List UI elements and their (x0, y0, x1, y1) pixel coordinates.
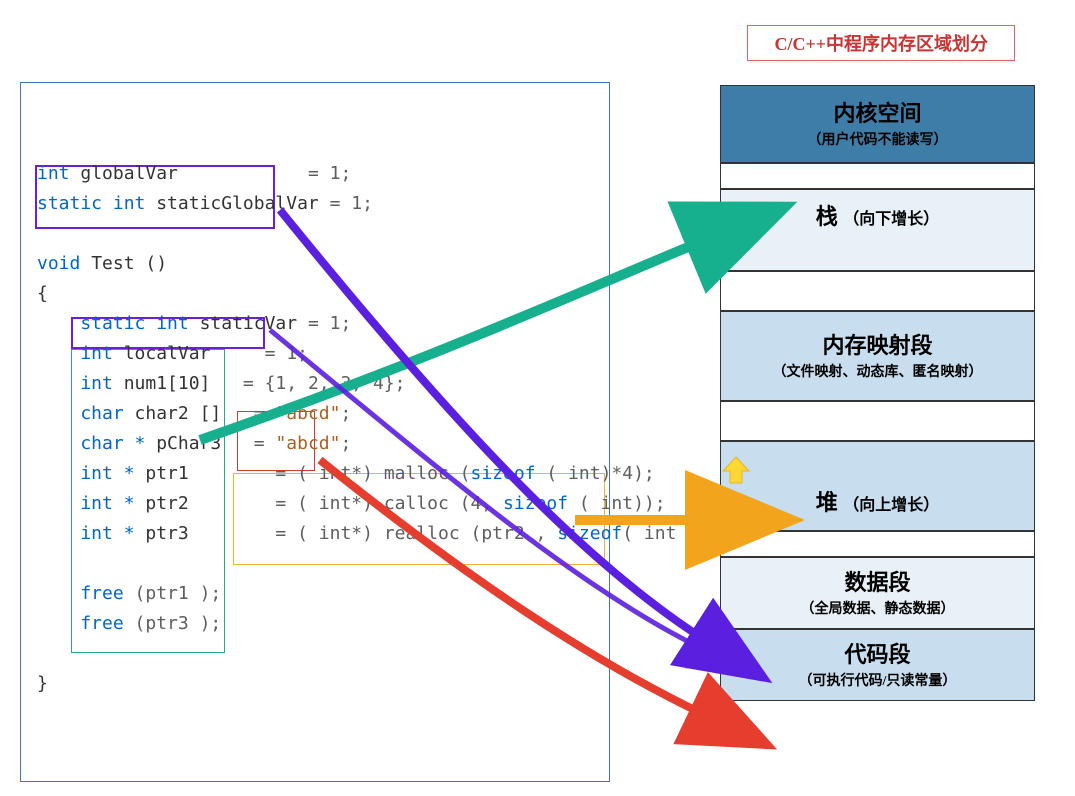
mem-text: 代码段 （可执行代码/只读常量） (720, 629, 1035, 701)
code-line-7: int localVar = 1; (37, 339, 593, 369)
mem-mmap-title: 内存映射段 (721, 331, 1034, 362)
mem-data-title: 数据段 (721, 568, 1034, 599)
code-line-10: char * pChar3 = "abcd"; (37, 429, 593, 459)
diagram-title: C/C++中程序内存区域划分 (747, 25, 1015, 61)
code-line-5: { (37, 279, 593, 309)
code-line-12: int * ptr2 = ( int*) calloc (4, sizeof (… (37, 489, 593, 519)
code-line-9: char char2 [] = "abcd"; (37, 399, 593, 429)
code-line-13: int * ptr3 = ( int*) realloc (ptr2 , siz… (37, 519, 593, 549)
code-panel: int globalVar = 1; static int staticGlob… (20, 82, 610, 782)
mem-gap (720, 163, 1035, 189)
code-line-16: free (ptr3 ); (37, 609, 593, 639)
code-body: int globalVar = 1; static int staticGlob… (37, 99, 593, 699)
code-line-6: static int staticVar = 1; (37, 309, 593, 339)
mem-gap (720, 401, 1035, 441)
mem-kernel-title: 内核空间 (721, 99, 1034, 130)
mem-kernel-sub: （用户代码不能读写） (721, 129, 1034, 149)
code-line-18: } (37, 669, 593, 699)
mem-mmap: 内存映射段 （文件映射、动态库、匿名映射） (720, 311, 1035, 401)
code-line-15: free (ptr1 ); (37, 579, 593, 609)
mem-heap: 堆 （向上增长） (720, 441, 1035, 531)
code-line-2: static int staticGlobalVar = 1; (37, 189, 593, 219)
mem-stack: 栈 （向下增长） (720, 189, 1035, 271)
arrow-up-icon (721, 455, 751, 485)
arrow-down-icon (721, 231, 751, 261)
mem-gap (720, 531, 1035, 557)
mem-data-sub: （全局数据、静态数据） (721, 598, 1034, 618)
mem-mmap-sub: （文件映射、动态库、匿名映射） (721, 361, 1034, 381)
mem-gap (720, 271, 1035, 311)
mem-data: 数据段 （全局数据、静态数据） (720, 557, 1035, 629)
code-line-8: int num1[10] = {1, 2, 3, 4}; (37, 369, 593, 399)
mem-text-sub: （可执行代码/只读常量） (721, 670, 1034, 690)
mem-kernel: 内核空间 （用户代码不能读写） (720, 85, 1035, 163)
code-line-1: int globalVar = 1; (37, 159, 593, 189)
code-line-4: void Test () (37, 249, 593, 279)
code-line-11: int * ptr1 = ( int*) malloc (sizeof ( in… (37, 459, 593, 489)
memory-layout-column: 内核空间 （用户代码不能读写） 栈 （向下增长） 内存映射段 （文件映射、动态库… (720, 85, 1035, 701)
mem-text-title: 代码段 (721, 640, 1034, 671)
